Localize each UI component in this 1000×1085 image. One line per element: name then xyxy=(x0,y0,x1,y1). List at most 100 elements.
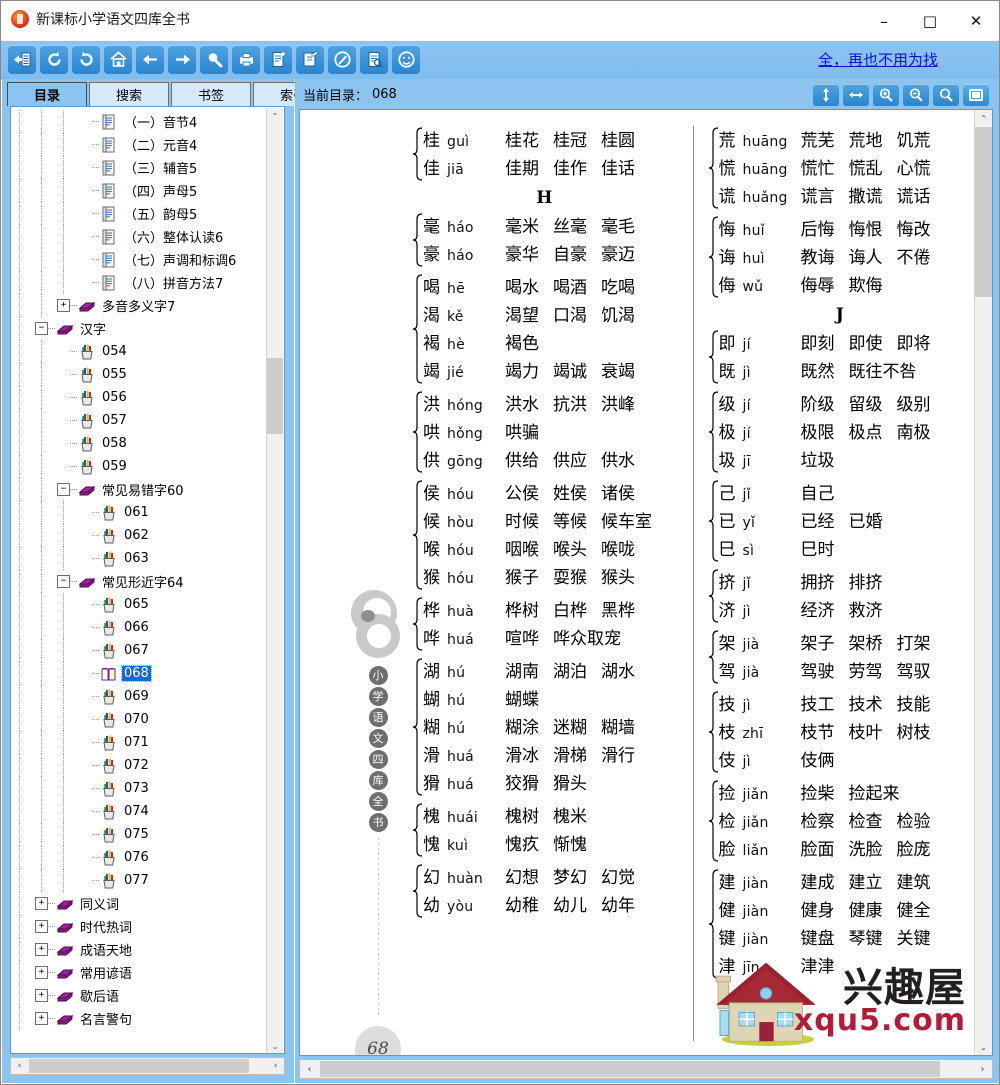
fit-height-icon[interactable] xyxy=(813,84,839,106)
expand-node-icon[interactable]: + xyxy=(35,966,48,979)
document-horizontal-scrollbar[interactable]: ‹ › xyxy=(299,1059,993,1079)
tree-guide-line xyxy=(41,110,42,133)
undo-icon[interactable] xyxy=(72,45,100,74)
example-word-list: 建成 建立 建筑 xyxy=(801,868,931,893)
tree-node[interactable]: 076 xyxy=(11,846,269,869)
tree-node[interactable]: 075 xyxy=(11,823,269,846)
document-vertical-scrollbar[interactable]: ⌃ ⌄ xyxy=(974,110,992,1055)
tree-node[interactable]: 056 xyxy=(11,386,269,409)
zoom-reset-icon[interactable] xyxy=(933,84,959,106)
tree-node[interactable]: 057 xyxy=(11,409,269,432)
tree-node[interactable]: （三）辅音5 xyxy=(11,156,269,179)
tree-node[interactable]: 077 xyxy=(11,869,269,892)
arrow-right-icon[interactable] xyxy=(168,45,196,74)
tree-node[interactable]: 061 xyxy=(11,501,269,524)
edit-note-icon[interactable] xyxy=(296,45,324,74)
collapse-node-icon[interactable]: − xyxy=(35,322,48,335)
tree-node[interactable]: + 常用谚语 xyxy=(11,961,269,984)
expand-node-icon[interactable]: + xyxy=(35,920,48,933)
new-note-icon[interactable] xyxy=(264,45,292,74)
arrow-left-icon[interactable] xyxy=(136,45,164,74)
tree-node[interactable]: 054 xyxy=(11,340,269,363)
home-icon[interactable] xyxy=(104,45,132,74)
tree-node[interactable]: + 成语天地 xyxy=(11,938,269,961)
tree-hscroll-thumb[interactable] xyxy=(29,1059,249,1073)
tree-node[interactable]: （八）拼音方法7 xyxy=(11,271,269,294)
group-brace-icon xyxy=(412,126,423,182)
doc-scroll-down-arrow[interactable]: ⌄ xyxy=(975,1039,992,1055)
tree-node[interactable]: 055 xyxy=(11,363,269,386)
contents-pane-icon[interactable] xyxy=(8,45,36,74)
minimize-button[interactable]: – xyxy=(861,1,907,41)
tree-node[interactable]: 066 xyxy=(11,616,269,639)
doc-hscroll-thumb[interactable] xyxy=(320,1061,940,1077)
tree-node[interactable]: （七）声调和标调6 xyxy=(11,248,269,271)
search-icon[interactable] xyxy=(200,45,228,74)
tree-scroll-thumb[interactable] xyxy=(267,358,283,434)
tree-node[interactable]: + 名言警句 xyxy=(11,1007,269,1030)
tree-scroll-up-arrow[interactable]: ⌃ xyxy=(267,108,283,124)
tree-node[interactable]: 058 xyxy=(11,432,269,455)
tree-horizontal-scrollbar[interactable]: ‹ › xyxy=(10,1057,285,1075)
tree-node[interactable]: 068 xyxy=(11,662,269,685)
zoom-in-icon[interactable] xyxy=(873,84,899,106)
document-viewport[interactable]: 小学语文四库全书 68 桂 guì 桂花 桂冠 桂圆佳 jiā 佳期 佳作 佳话 H 毫 háo 毫米丝… xyxy=(299,109,993,1056)
tree-node[interactable]: （六）整体认读6 xyxy=(11,225,269,248)
tree-node[interactable]: + 时代热词 xyxy=(11,915,269,938)
doc-scroll-thumb[interactable] xyxy=(975,127,992,297)
tree-node[interactable]: − 汉字 xyxy=(11,317,269,340)
tree-node[interactable]: 062 xyxy=(11,524,269,547)
promo-link[interactable]: 全，再也不用为找 xyxy=(818,49,993,70)
collapse-node-icon[interactable]: − xyxy=(57,483,70,496)
tree-node[interactable]: + 同义词 xyxy=(11,892,269,915)
example-word: 经济 xyxy=(800,601,835,621)
expand-node-icon[interactable]: + xyxy=(35,989,48,1002)
tab-search[interactable]: 搜索 xyxy=(89,82,169,106)
document-search-icon[interactable] xyxy=(360,45,388,74)
tree-node[interactable]: − 常见形近字64 xyxy=(11,570,269,593)
tree-node[interactable]: + 多音多义字7 xyxy=(11,294,269,317)
tree-node[interactable]: 073 xyxy=(11,777,269,800)
tree-node[interactable]: （四）声母5 xyxy=(11,179,269,202)
tree-node[interactable]: （五）韵母5 xyxy=(11,202,269,225)
current-directory-value: 068 xyxy=(372,86,397,102)
smiley-icon[interactable] xyxy=(392,45,420,74)
expand-node-icon[interactable]: + xyxy=(35,897,48,910)
tab-catalog[interactable]: 目录 xyxy=(7,82,87,106)
tab-bookmarks[interactable]: 书签 xyxy=(171,82,251,106)
tree-node[interactable]: 065 xyxy=(11,593,269,616)
tree-scroll-down-arrow[interactable]: ⌄ xyxy=(267,1038,283,1053)
refresh-icon[interactable] xyxy=(40,45,68,74)
tree-node[interactable]: 063 xyxy=(11,547,269,570)
tree-node[interactable]: 072 xyxy=(11,754,269,777)
expand-node-icon[interactable]: + xyxy=(57,299,70,312)
tree-node[interactable]: 069 xyxy=(11,685,269,708)
tree-node[interactable]: 070 xyxy=(11,708,269,731)
tree-node[interactable]: （二）元音4 xyxy=(11,133,269,156)
doc-hscroll-right-arrow[interactable]: › xyxy=(973,1060,992,1078)
pen-circle-icon[interactable] xyxy=(328,45,356,74)
catalog-tree-container[interactable]: （一）音节4 （二）元音4 （三）辅音5 （四）声母5 （五）韵母5 （六）整体认读6 （七… xyxy=(10,106,285,1054)
tree-node[interactable]: （一）音节4 xyxy=(11,110,269,133)
maximize-button[interactable]: □ xyxy=(907,1,953,41)
expand-node-icon[interactable]: + xyxy=(35,943,48,956)
collapse-node-icon[interactable]: − xyxy=(57,575,70,588)
tree-hscroll-right-arrow[interactable]: › xyxy=(267,1058,284,1074)
tree-hscroll-left-arrow[interactable]: ‹ xyxy=(11,1058,28,1074)
close-button[interactable]: ✕ xyxy=(953,1,999,41)
fit-width-icon[interactable] xyxy=(843,84,869,106)
tree-node[interactable]: 074 xyxy=(11,800,269,823)
tree-node[interactable]: 071 xyxy=(11,731,269,754)
fullscreen-icon[interactable] xyxy=(963,84,989,106)
doc-scroll-up-arrow[interactable]: ⌃ xyxy=(975,110,992,126)
expand-node-icon[interactable]: + xyxy=(35,1012,48,1025)
tree-node[interactable]: 067 xyxy=(11,639,269,662)
zoom-out-icon[interactable] xyxy=(903,84,929,106)
printer-icon[interactable] xyxy=(232,45,260,74)
doc-hscroll-left-arrow[interactable]: ‹ xyxy=(300,1060,319,1078)
tree-guide-line xyxy=(41,455,42,478)
tree-node[interactable]: 059 xyxy=(11,455,269,478)
tree-node[interactable]: + 歇后语 xyxy=(11,984,269,1007)
tree-node[interactable]: − 常见易错字60 xyxy=(11,478,269,501)
tree-vertical-scrollbar[interactable]: ⌃ ⌄ xyxy=(266,108,283,1053)
